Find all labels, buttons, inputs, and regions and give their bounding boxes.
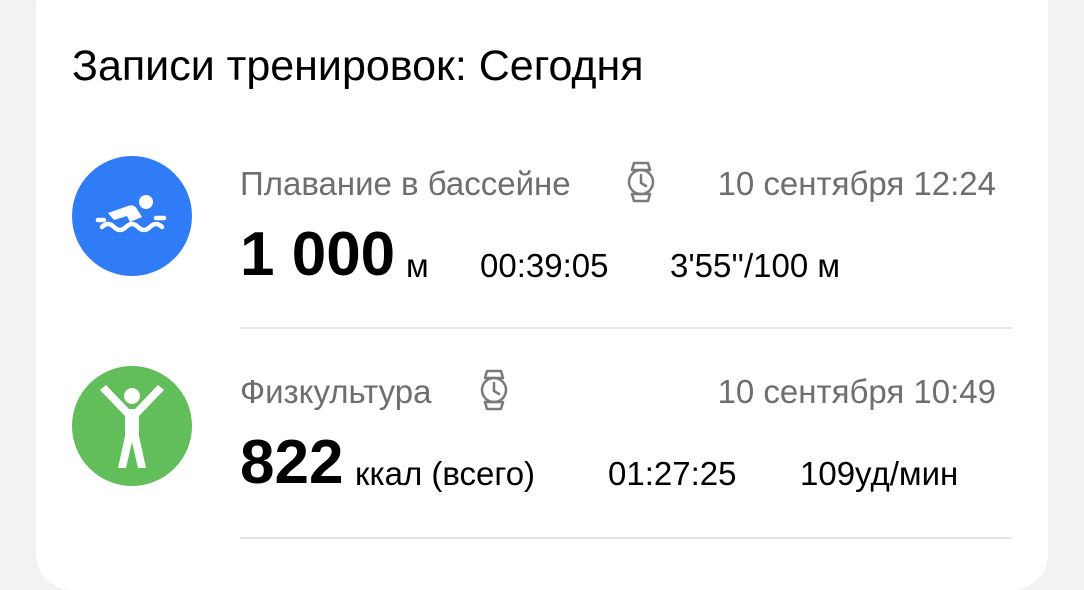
distance-unit: м xyxy=(406,247,429,284)
swimmer-icon xyxy=(72,156,192,276)
card-title[interactable]: Записи тренировок: Сегодня xyxy=(72,38,644,94)
workout-name: Физкультура xyxy=(240,373,432,410)
workout-date: 10 сентября 12:24 xyxy=(717,165,996,202)
workout-date: 10 сентября 10:49 xyxy=(717,373,996,410)
smartwatch-icon xyxy=(480,369,508,411)
row-divider xyxy=(240,537,1012,539)
workout-pace: 3'55''/100 м xyxy=(670,247,841,284)
distance-value: 1 000 xyxy=(240,220,396,289)
workout-duration: 01:27:25 xyxy=(608,455,737,492)
smartwatch-icon xyxy=(627,161,655,203)
calories-unit: ккал (всего) xyxy=(355,455,536,492)
heart-rate: 109уд/мин xyxy=(800,455,959,492)
exercise-person-icon xyxy=(72,366,192,486)
calories-value: 822 xyxy=(240,428,344,497)
row-divider xyxy=(240,327,1012,329)
workout-name: Плавание в бассейне xyxy=(240,165,571,202)
workout-duration: 00:39:05 xyxy=(480,247,609,284)
